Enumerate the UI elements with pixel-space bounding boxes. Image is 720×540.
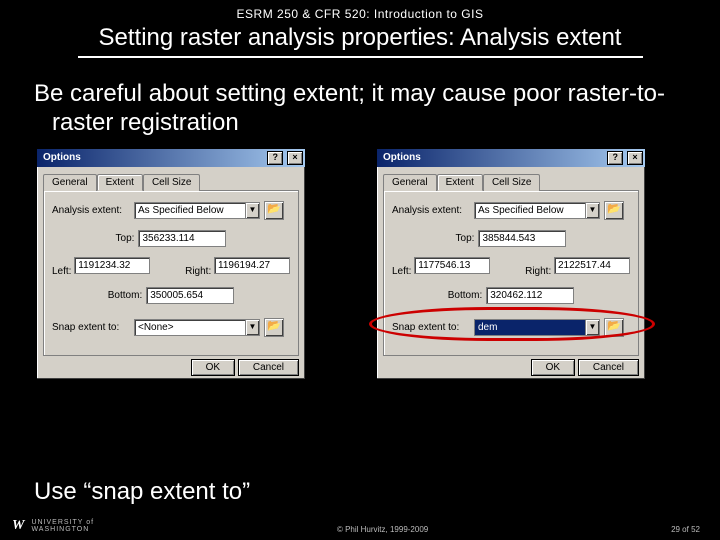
snap-extent-combo[interactable]: <None> ▼ [134, 319, 260, 336]
cancel-button[interactable]: Cancel [578, 359, 639, 376]
left-field[interactable]: 1177546.13 [414, 257, 490, 274]
label-top: Top: [456, 233, 475, 244]
combo-text: As Specified Below [135, 203, 245, 218]
tab-general[interactable]: General [383, 174, 437, 191]
label-analysis-extent: Analysis extent: [392, 205, 470, 216]
title-rule [78, 56, 643, 58]
tab-extent[interactable]: Extent [97, 174, 143, 191]
titlebar: Options ? × [377, 149, 645, 167]
label-snap: Snap extent to: [392, 322, 470, 333]
combo-text: As Specified Below [475, 203, 585, 218]
copyright: © Phil Hurvitz, 1999-2009 [337, 525, 428, 534]
chevron-down-icon[interactable]: ▼ [585, 320, 599, 335]
w-mark-icon: W [12, 518, 25, 534]
body-warning: Be careful about setting extent; it may … [34, 80, 684, 138]
tab-strip: General Extent Cell Size [383, 173, 645, 190]
options-dialog-left: Options ? × General Extent Cell Size Ana… [36, 148, 306, 380]
label-bottom: Bottom: [448, 290, 482, 301]
label-left: Left: [392, 266, 411, 277]
top-field[interactable]: 385844.543 [478, 230, 566, 247]
dialogs-row: Options ? × General Extent Cell Size Ana… [36, 148, 720, 380]
analysis-extent-combo[interactable]: As Specified Below ▼ [474, 202, 600, 219]
ok-button[interactable]: OK [531, 359, 575, 376]
chevron-down-icon[interactable]: ▼ [585, 203, 599, 218]
close-icon[interactable]: × [627, 151, 643, 165]
course-header: ESRM 250 & CFR 520: Introduction to GIS [0, 0, 720, 24]
left-field[interactable]: 1191234.32 [74, 257, 150, 274]
label-analysis-extent: Analysis extent: [52, 205, 130, 216]
label-left: Left: [52, 266, 71, 277]
bottom-field[interactable]: 350005.654 [146, 287, 234, 304]
options-dialog-right: Options ? × General Extent Cell Size Ana… [376, 148, 646, 380]
right-field[interactable]: 2122517.44 [554, 257, 630, 274]
label-right: Right: [525, 266, 551, 277]
right-field[interactable]: 1196194.27 [214, 257, 290, 274]
tab-cellsize[interactable]: Cell Size [483, 174, 540, 191]
close-icon[interactable]: × [287, 151, 303, 165]
page-number: 29 of 52 [671, 525, 700, 534]
dialog-title: Options [383, 152, 421, 163]
tab-panel: Analysis extent: As Specified Below ▼ 📂 … [383, 190, 639, 356]
help-icon[interactable]: ? [607, 151, 623, 165]
help-icon[interactable]: ? [267, 151, 283, 165]
folder-icon[interactable]: 📂 [604, 201, 624, 220]
tab-general[interactable]: General [43, 174, 97, 191]
chevron-down-icon[interactable]: ▼ [245, 203, 259, 218]
tab-extent[interactable]: Extent [437, 174, 483, 191]
bottom-field[interactable]: 320462.112 [486, 287, 574, 304]
body-advice: Use “snap extent to” [34, 478, 250, 506]
label-bottom: Bottom: [108, 290, 142, 301]
ok-button[interactable]: OK [191, 359, 235, 376]
snap-extent-combo[interactable]: dem ▼ [474, 319, 600, 336]
label-right: Right: [185, 266, 211, 277]
tab-panel: Analysis extent: As Specified Below ▼ 📂 … [43, 190, 299, 356]
combo-text: dem [475, 320, 585, 335]
titlebar: Options ? × [37, 149, 305, 167]
cancel-button[interactable]: Cancel [238, 359, 299, 376]
analysis-extent-combo[interactable]: As Specified Below ▼ [134, 202, 260, 219]
top-field[interactable]: 356233.114 [138, 230, 226, 247]
folder-icon[interactable]: 📂 [264, 318, 284, 337]
uw-logo: W UNIVERSITY of WASHINGTON [12, 518, 94, 534]
logo-text: UNIVERSITY of WASHINGTON [31, 519, 94, 533]
label-snap: Snap extent to: [52, 322, 130, 333]
label-top: Top: [116, 233, 135, 244]
chevron-down-icon[interactable]: ▼ [245, 320, 259, 335]
dialog-title: Options [43, 152, 81, 163]
tab-strip: General Extent Cell Size [43, 173, 305, 190]
slide-title: Setting raster analysis properties: Anal… [80, 24, 640, 52]
combo-text: <None> [135, 320, 245, 335]
tab-cellsize[interactable]: Cell Size [143, 174, 200, 191]
footer: W UNIVERSITY of WASHINGTON © Phil Hurvit… [0, 518, 720, 534]
folder-icon[interactable]: 📂 [604, 318, 624, 337]
folder-icon[interactable]: 📂 [264, 201, 284, 220]
